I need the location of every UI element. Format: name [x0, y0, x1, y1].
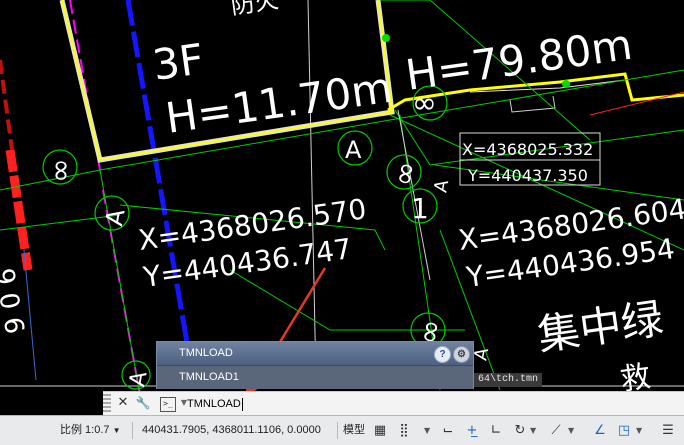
file-path-tooltip: 64\tch.tmn — [474, 373, 543, 387]
command-input-text: TMNLOAD — [187, 398, 241, 410]
red-boundary-line — [0, 59, 33, 271]
object-snap-tracking-icon[interactable]: ∠ — [592, 423, 608, 439]
coordinate-y: Y=440437.350 — [467, 166, 588, 185]
bubble-label: A — [100, 206, 131, 228]
grid-display-icon[interactable]: ▦ — [372, 423, 388, 439]
settings-icon[interactable]: ⚙ — [453, 346, 470, 363]
scale-selector[interactable]: 比例 1:0.7 ▼ — [60, 416, 121, 445]
polar-tracking-icon[interactable]: ↻ — [512, 423, 528, 439]
command-autocomplete-popup: TMNLOAD ? ⚙ TMNLOAD1 — [156, 341, 474, 389]
coordinate-x: X=4368025.332 — [462, 140, 593, 159]
bubble-label: A — [125, 369, 152, 388]
building-floors-label: 3F — [150, 34, 207, 90]
partial-top-label: 防火 — [229, 0, 280, 20]
dynamic-input-icon[interactable]: +̲ — [464, 423, 480, 439]
autocomplete-item-label: TMNLOAD — [179, 347, 233, 359]
area-label: 集中绿 — [535, 294, 667, 360]
grip-point[interactable] — [562, 80, 570, 88]
scale-label: 比例 1:0.7 — [60, 424, 110, 436]
close-icon[interactable]: ✕ — [114, 394, 132, 412]
grip-point[interactable] — [382, 34, 390, 42]
cursor-coordinates[interactable]: 440431.7905, 4368011.1106, 0.0000 — [142, 416, 321, 445]
status-bar: 比例 1:0.7 ▼ 440431.7905, 4368011.1106, 0.… — [0, 415, 684, 445]
building-height-label: H=79.80m — [403, 20, 636, 100]
drag-handle-icon[interactable] — [103, 394, 111, 414]
lineweight-icon[interactable]: ☰ — [660, 423, 676, 439]
autocomplete-item[interactable]: TMNLOAD1 — [157, 366, 473, 389]
bubble-label: 1 — [411, 192, 429, 225]
boundary-line — [589, 91, 684, 116]
autocomplete-item[interactable]: TMNLOAD ? ⚙ — [157, 342, 473, 366]
bubble-label: A — [430, 178, 453, 194]
object-snap-icon[interactable]: ◳ — [616, 423, 632, 439]
autocomplete-item-label: TMNLOAD1 — [179, 371, 239, 383]
chevron-down-icon[interactable]: ▼ — [424, 416, 430, 445]
chevron-down-icon[interactable]: ▼ — [530, 416, 536, 445]
bubble-label: ∞ — [43, 158, 78, 183]
chevron-down-icon[interactable]: ▼ — [568, 416, 574, 445]
ortho-mode-icon[interactable]: ∟ — [488, 423, 504, 439]
snap-mode-icon[interactable]: ⣿ — [396, 423, 412, 439]
left-edge-text: 9 0 6 — [0, 266, 29, 336]
text-caret — [241, 397, 243, 411]
isometric-drafting-icon[interactable]: ⟋ — [548, 423, 564, 439]
command-prompt-icon[interactable]: >_ — [160, 397, 176, 412]
bubble-label: A — [345, 136, 362, 164]
command-line[interactable]: ✕ 🔧 >_ ▼ TMNLOAD — [103, 391, 684, 415]
chevron-down-icon[interactable]: ▼ — [636, 416, 642, 445]
help-icon[interactable]: ? — [434, 346, 451, 363]
wrench-icon[interactable]: 🔧 — [134, 394, 152, 412]
divider — [132, 422, 133, 439]
divider — [337, 422, 338, 439]
infer-constraints-icon[interactable]: ⌙ — [440, 423, 456, 439]
grid-line — [307, 0, 317, 381]
command-input[interactable]: TMNLOAD — [187, 395, 243, 413]
chevron-down-icon: ▼ — [112, 426, 121, 435]
model-space-button[interactable]: 模型 — [343, 416, 365, 445]
